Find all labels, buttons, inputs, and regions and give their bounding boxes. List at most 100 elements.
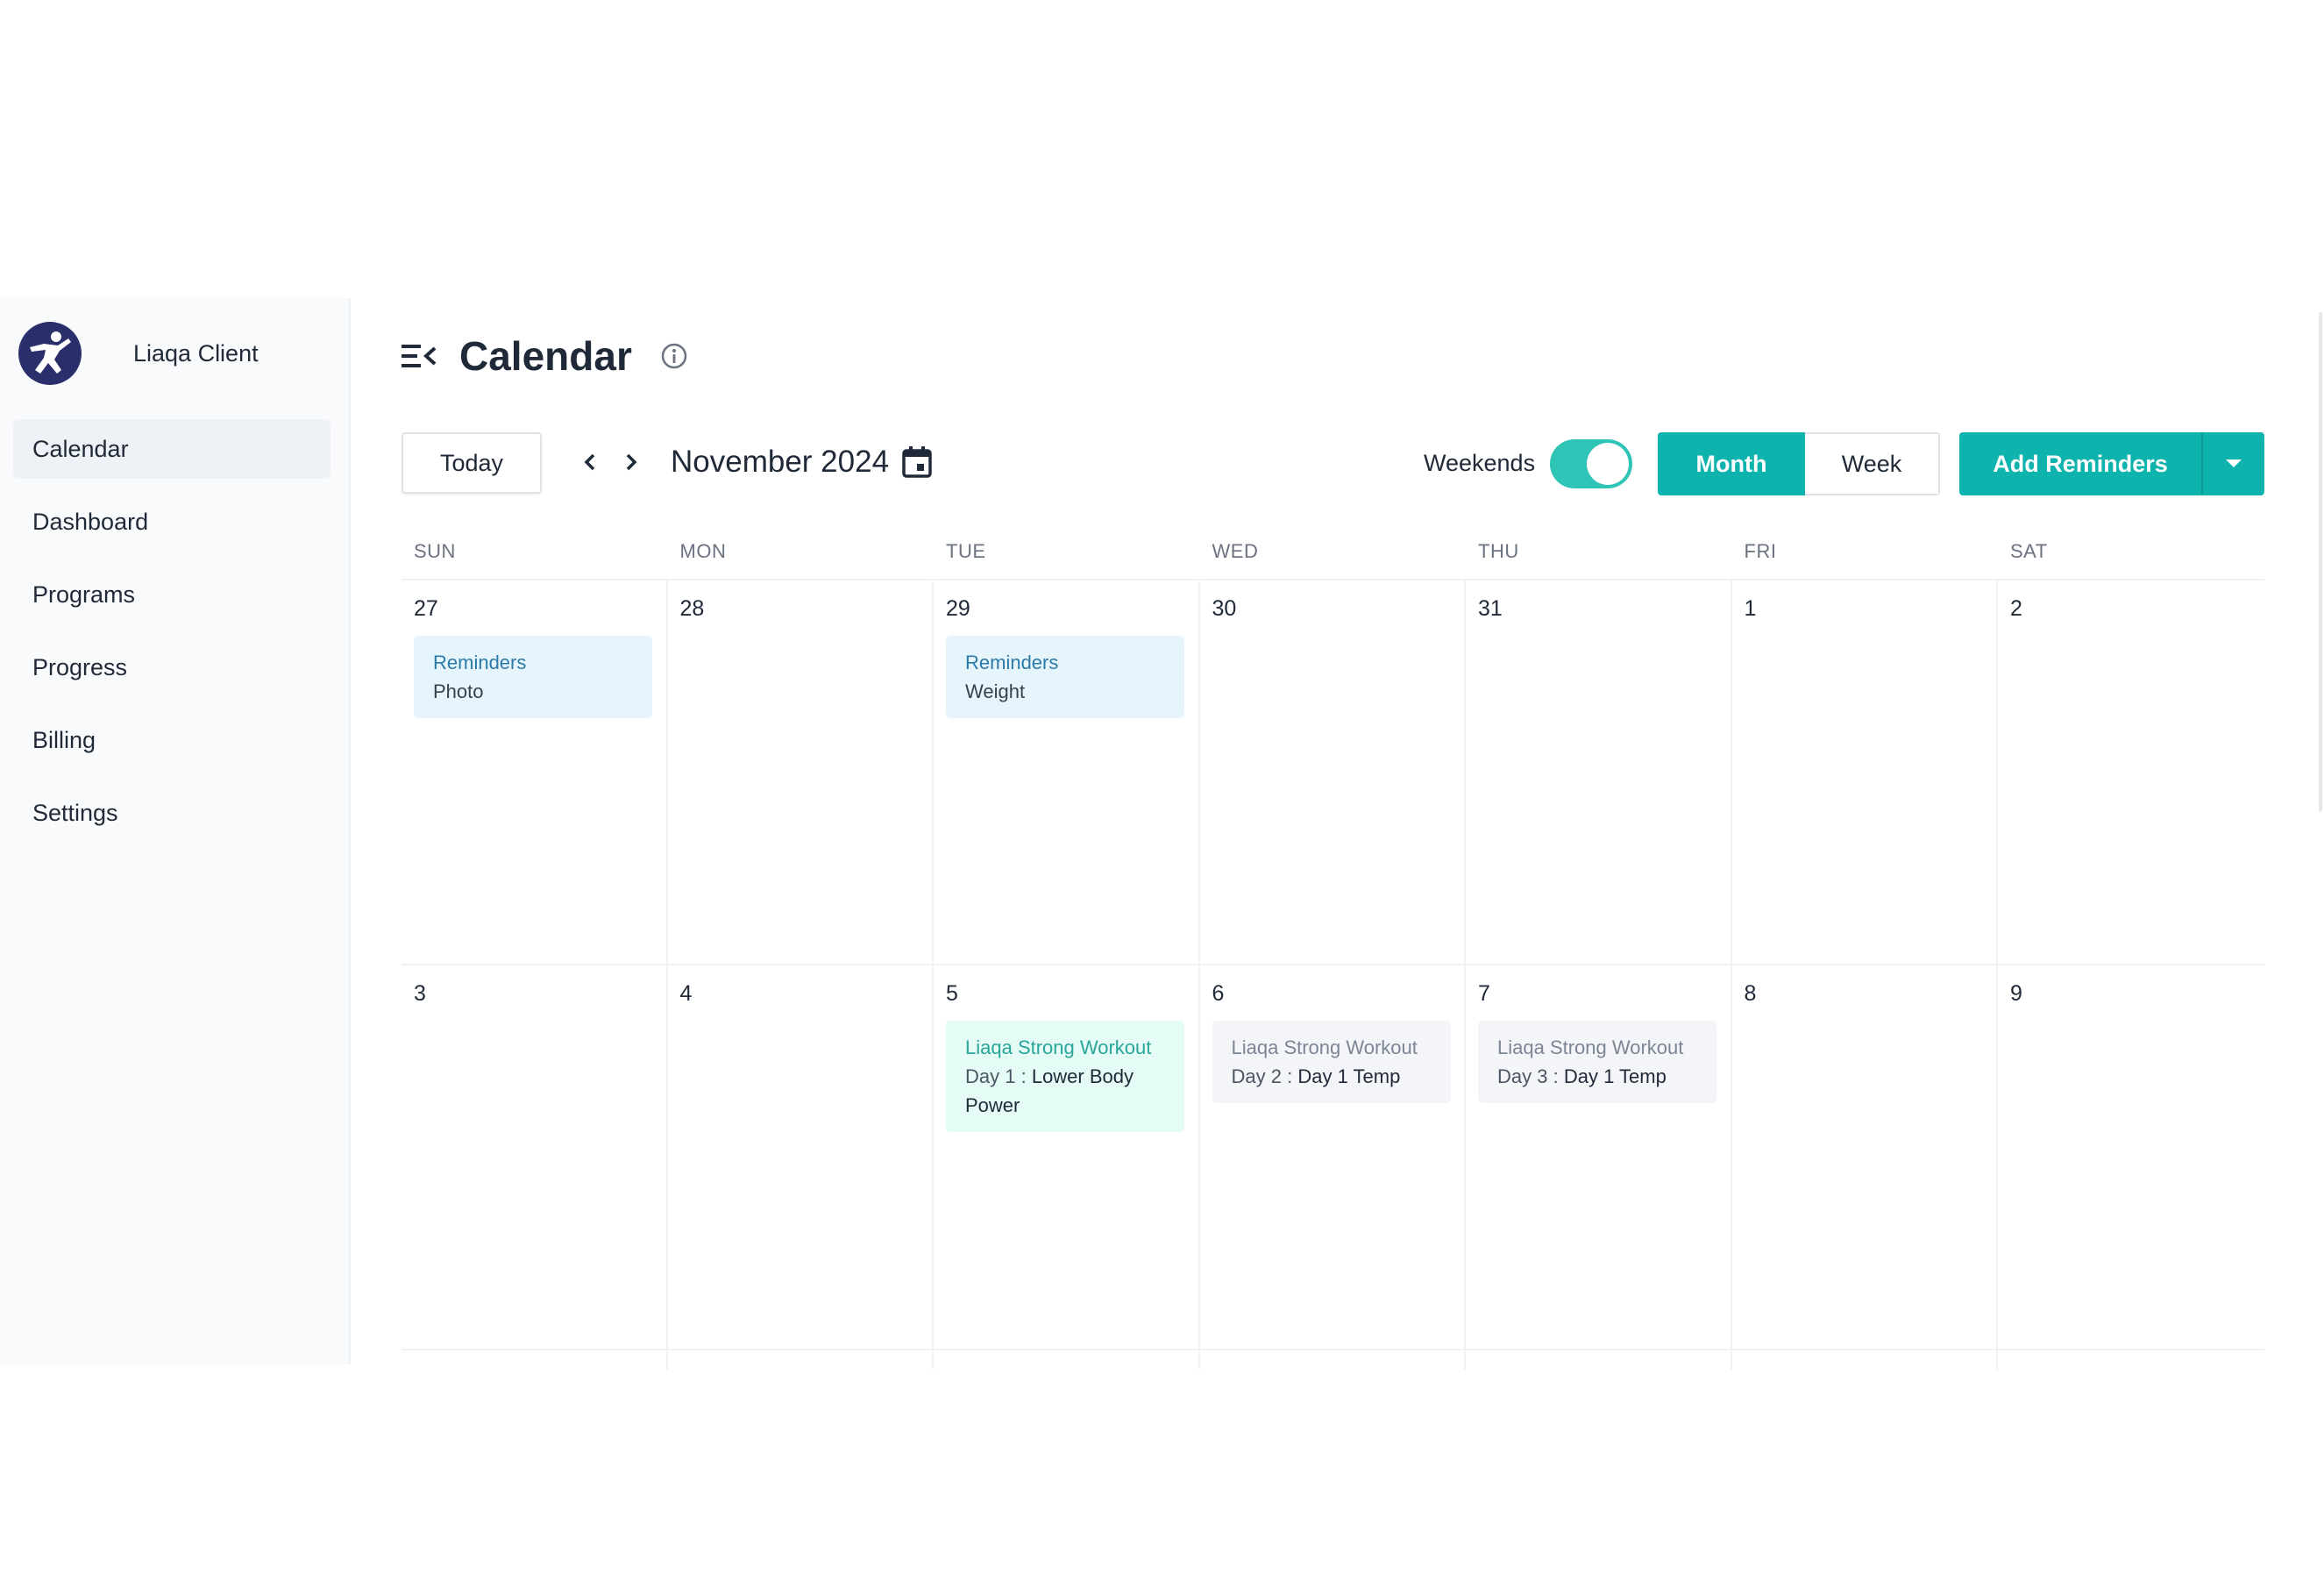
workout-event[interactable]: Liaqa Strong Workout Day 3 : Day 1 Temp	[1478, 1021, 1716, 1103]
workout-event[interactable]: Liaqa Strong Workout Day 2 : Day 1 Temp	[1212, 1021, 1451, 1103]
weekday-tue: TUE	[946, 540, 986, 562]
sidebar-nav: Calendar Dashboard Programs Progress Bil…	[13, 419, 330, 856]
day-number: 1	[1744, 596, 1757, 621]
weekends-label: Weekends	[1424, 450, 1536, 476]
day-number: 31	[1478, 596, 1503, 621]
event-title: Reminders	[433, 652, 527, 673]
chevron-right-icon[interactable]	[618, 446, 644, 478]
app-window: Liaqa Client Calendar Dashboard Programs…	[0, 298, 2324, 1370]
weekends-toggle[interactable]	[1550, 439, 1632, 488]
workout-day: Day 2	[1231, 1065, 1282, 1087]
event-title: Liaqa Strong Workout	[1231, 1036, 1418, 1058]
weekday-thu: THU	[1478, 540, 1519, 562]
day-cell[interactable]: 7 Liaqa Strong Workout Day 3 : Day 1 Tem…	[1466, 965, 1732, 1349]
brand-name: Liaqa Client	[133, 339, 259, 367]
workout-name: Day 1 Temp	[1297, 1065, 1401, 1087]
separator: :	[1547, 1065, 1564, 1087]
day-cell[interactable]: 30	[1200, 580, 1466, 964]
sidebar-item-progress[interactable]: Progress	[13, 637, 330, 697]
day-cell[interactable]: 9	[1998, 965, 2264, 1349]
weekday-sun: SUN	[414, 540, 456, 562]
day-number: 27	[414, 596, 438, 621]
brand[interactable]: Liaqa Client	[18, 321, 259, 386]
add-reminders-button[interactable]: Add Reminders	[1959, 432, 2201, 495]
week-row-1: 27 Reminders Photo 28 29 Reminders Weigh…	[402, 580, 2264, 965]
day-cell[interactable]: 1	[1732, 580, 1998, 964]
event-subtitle: Photo	[433, 680, 484, 702]
day-number: 7	[1478, 981, 1490, 1006]
event-title: Liaqa Strong Workout	[965, 1036, 1152, 1058]
add-reminders-dropdown[interactable]	[2203, 432, 2264, 495]
day-cell[interactable]	[1466, 1350, 1732, 1370]
day-cell[interactable]: 4	[668, 965, 934, 1349]
separator: :	[1015, 1065, 1032, 1087]
separator: :	[1281, 1065, 1298, 1087]
day-cell[interactable]: 8	[1732, 965, 1998, 1349]
day-number: 2	[2010, 596, 2022, 621]
view-switcher: Month Week	[1658, 432, 1940, 495]
sidebar-item-calendar[interactable]: Calendar	[13, 419, 330, 479]
week-row-2: 3 4 5 Liaqa Strong Workout Day 1 : Lower…	[402, 965, 2264, 1350]
weekday-mon: MON	[679, 540, 727, 562]
reminder-event[interactable]: Reminders Weight	[946, 636, 1184, 718]
day-number: 29	[946, 596, 970, 621]
event-subtitle: Weight	[965, 680, 1026, 702]
caret-down-icon	[2226, 459, 2242, 467]
day-cell[interactable]	[934, 1350, 1200, 1370]
day-number: 4	[679, 981, 693, 1006]
day-cell[interactable]: 2	[1998, 580, 2264, 964]
week-row-3-partial	[402, 1350, 2264, 1370]
weekday-sat: SAT	[2010, 540, 2048, 562]
calendar-picker-icon[interactable]	[901, 445, 933, 479]
toggle-knob	[1587, 443, 1629, 485]
day-cell[interactable]: 3	[402, 965, 668, 1349]
sidebar-item-settings[interactable]: Settings	[13, 783, 330, 843]
current-month-label: November 2024	[671, 445, 890, 479]
day-cell[interactable]: 31	[1466, 580, 1732, 964]
week-view-button[interactable]: Week	[1805, 432, 1940, 495]
workout-name: Day 1 Temp	[1563, 1065, 1667, 1087]
add-reminders-split-button: Add Reminders	[1959, 432, 2264, 495]
day-cell[interactable]	[1732, 1350, 1998, 1370]
sidebar-item-dashboard[interactable]: Dashboard	[13, 492, 330, 552]
day-cell[interactable]	[1998, 1350, 2264, 1370]
day-number: 3	[414, 981, 426, 1006]
calendar-toolbar: Today November 2024 Weekends Month Week …	[402, 432, 2264, 495]
day-cell[interactable]: 28	[668, 580, 934, 964]
reminder-event[interactable]: Reminders Photo	[414, 636, 652, 718]
weekday-fri: FRI	[1744, 540, 1777, 562]
event-subtitle: Day 1 : Lower Body Power	[965, 1062, 1165, 1120]
info-circle-icon[interactable]	[660, 342, 688, 370]
workout-event[interactable]: Liaqa Strong Workout Day 1 : Lower Body …	[946, 1021, 1184, 1132]
day-cell[interactable]: 27 Reminders Photo	[402, 580, 668, 964]
day-number: 8	[1744, 981, 1757, 1006]
weekday-header: SUN MON TUE WED THU FRI SAT	[402, 533, 2264, 580]
day-cell[interactable]	[402, 1350, 668, 1370]
sidebar: Liaqa Client Calendar Dashboard Programs…	[0, 298, 351, 1364]
main-content: Calendar Today November 2024 Weekends Mo…	[402, 298, 2264, 1370]
day-cell[interactable]: 6 Liaqa Strong Workout Day 2 : Day 1 Tem…	[1200, 965, 1466, 1349]
day-cell[interactable]	[1200, 1350, 1466, 1370]
weekday-wed: WED	[1212, 540, 1259, 562]
workout-day: Day 3	[1497, 1065, 1548, 1087]
chevron-left-icon[interactable]	[577, 446, 603, 478]
sidebar-item-billing[interactable]: Billing	[13, 710, 330, 770]
day-cell[interactable]	[668, 1350, 934, 1370]
workout-day: Day 1	[965, 1065, 1016, 1087]
event-subtitle: Day 2 : Day 1 Temp	[1232, 1062, 1432, 1091]
today-button[interactable]: Today	[402, 432, 542, 494]
menu-collapse-icon[interactable]	[402, 340, 437, 372]
running-person-logo	[18, 322, 82, 385]
day-number: 28	[679, 596, 705, 621]
day-cell[interactable]: 5 Liaqa Strong Workout Day 1 : Lower Bod…	[934, 965, 1200, 1349]
day-number: 30	[1212, 596, 1237, 621]
event-title: Reminders	[965, 652, 1059, 673]
sidebar-item-programs[interactable]: Programs	[13, 565, 330, 624]
event-title: Liaqa Strong Workout	[1497, 1036, 1684, 1058]
page-header: Calendar	[402, 330, 688, 382]
scrollbar[interactable]	[2319, 312, 2322, 812]
day-number: 5	[946, 981, 958, 1006]
day-cell[interactable]: 29 Reminders Weight	[934, 580, 1200, 964]
month-view-button[interactable]: Month	[1658, 432, 1805, 495]
day-number: 9	[2010, 981, 2022, 1006]
